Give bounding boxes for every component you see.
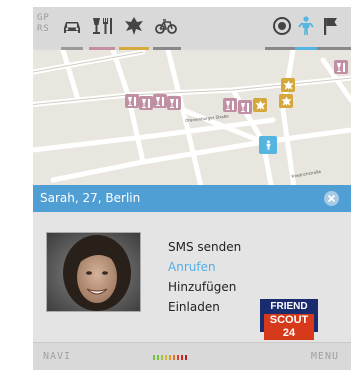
close-icon (327, 194, 336, 203)
menu-item-call[interactable]: Anrufen (168, 257, 241, 277)
logo-line2: SCOUT 24 (264, 314, 314, 340)
target-icon[interactable] (269, 15, 295, 37)
bicycle-icon[interactable] (153, 15, 179, 37)
top-toolbar: GP RS (33, 7, 351, 50)
menu-item-sms[interactable]: SMS senden (168, 237, 241, 257)
person-icon[interactable] (293, 15, 319, 37)
restaurant-pin-icon[interactable] (334, 60, 348, 74)
bottom-bar: NAVI MENU (33, 342, 351, 370)
navi-softkey[interactable]: NAVI (43, 351, 71, 362)
event-icon[interactable] (121, 15, 147, 37)
contact-name: Sarah, 27, Berlin (40, 191, 141, 205)
restaurant-pin-icon[interactable] (223, 98, 237, 112)
close-button[interactable] (324, 191, 339, 206)
contact-photo[interactable] (46, 232, 141, 312)
restaurant-pin-icon[interactable] (167, 96, 181, 110)
gps-indicator: GP RS (37, 13, 57, 35)
event-pin-icon[interactable] (281, 78, 295, 92)
event-pin-icon[interactable] (253, 98, 267, 112)
menu-item-invite[interactable]: Einladen (168, 297, 241, 317)
logo-line1: FRIEND (270, 301, 308, 312)
contact-actions: SMS senden Anrufen Hinzufügen Einladen (168, 237, 241, 317)
restaurant-pin-icon[interactable] (125, 94, 139, 108)
person-pin-icon[interactable] (259, 136, 277, 154)
event-pin-icon[interactable] (279, 94, 293, 108)
menu-softkey[interactable]: MENU (311, 351, 339, 362)
flag-icon[interactable] (317, 15, 343, 37)
car-icon[interactable] (59, 15, 85, 37)
signal-indicator (153, 355, 187, 360)
profile-photo-image (47, 233, 140, 311)
map-view[interactable]: Oranienburger Straße Friedrichstraße (33, 50, 351, 195)
gps-label-line2: RS (37, 24, 50, 34)
phone-screen: GP RS Oranienburger Straße Friedrichstra… (33, 7, 351, 370)
contact-header: Sarah, 27, Berlin (33, 185, 351, 212)
contact-panel: SMS senden Anrufen Hinzufügen Einladen F… (33, 212, 351, 342)
restaurant-icon[interactable] (89, 15, 115, 37)
restaurant-pin-icon[interactable] (139, 96, 153, 110)
menu-item-add[interactable]: Hinzufügen (168, 277, 241, 297)
restaurant-pin-icon[interactable] (238, 100, 252, 114)
restaurant-pin-icon[interactable] (153, 94, 167, 108)
gps-label-line1: GP (37, 13, 50, 23)
friendscout-logo: FRIEND SCOUT 24 (260, 299, 318, 340)
